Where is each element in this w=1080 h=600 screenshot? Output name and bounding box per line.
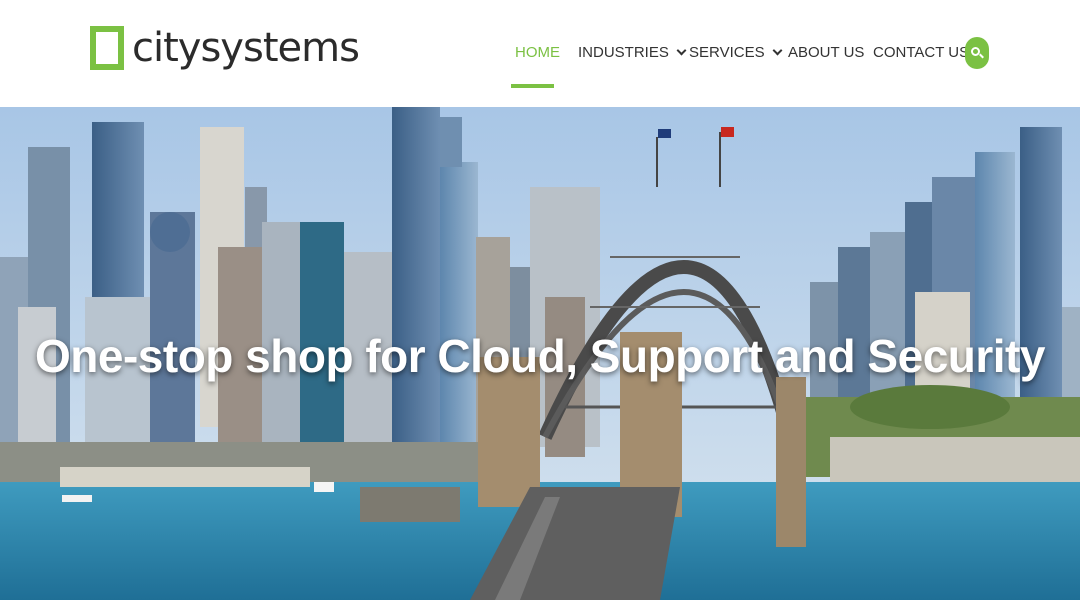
main-nav: HOME INDUSTRIES SERVICES ABOUT US CONTAC… <box>0 44 1080 68</box>
chevron-down-icon <box>676 45 687 56</box>
nav-item-label: INDUSTRIES <box>578 44 669 61</box>
search-button[interactable] <box>965 37 989 69</box>
nav-item-about-us[interactable]: ABOUT US <box>788 44 864 61</box>
hero-banner: One-stop shop for Cloud, Support and Sec… <box>0 107 1080 600</box>
hero-title: One-stop shop for Cloud, Support and Sec… <box>35 330 1045 382</box>
chevron-down-icon <box>772 45 783 56</box>
nav-item-label: HOME <box>515 44 560 61</box>
nav-item-home[interactable]: HOME <box>515 44 560 61</box>
nav-item-label: CONTACT US <box>873 44 970 61</box>
nav-item-industries[interactable]: INDUSTRIES <box>578 44 687 61</box>
nav-item-label: ABOUT US <box>788 44 865 61</box>
nav-item-services[interactable]: SERVICES <box>689 44 783 61</box>
nav-active-indicator <box>511 84 554 88</box>
nav-item-label: SERVICES <box>689 44 765 61</box>
site-header: citysystems HOME INDUSTRIES SERVICES ABO… <box>0 0 1080 107</box>
nav-item-contact-us[interactable]: CONTACT US <box>873 44 969 61</box>
